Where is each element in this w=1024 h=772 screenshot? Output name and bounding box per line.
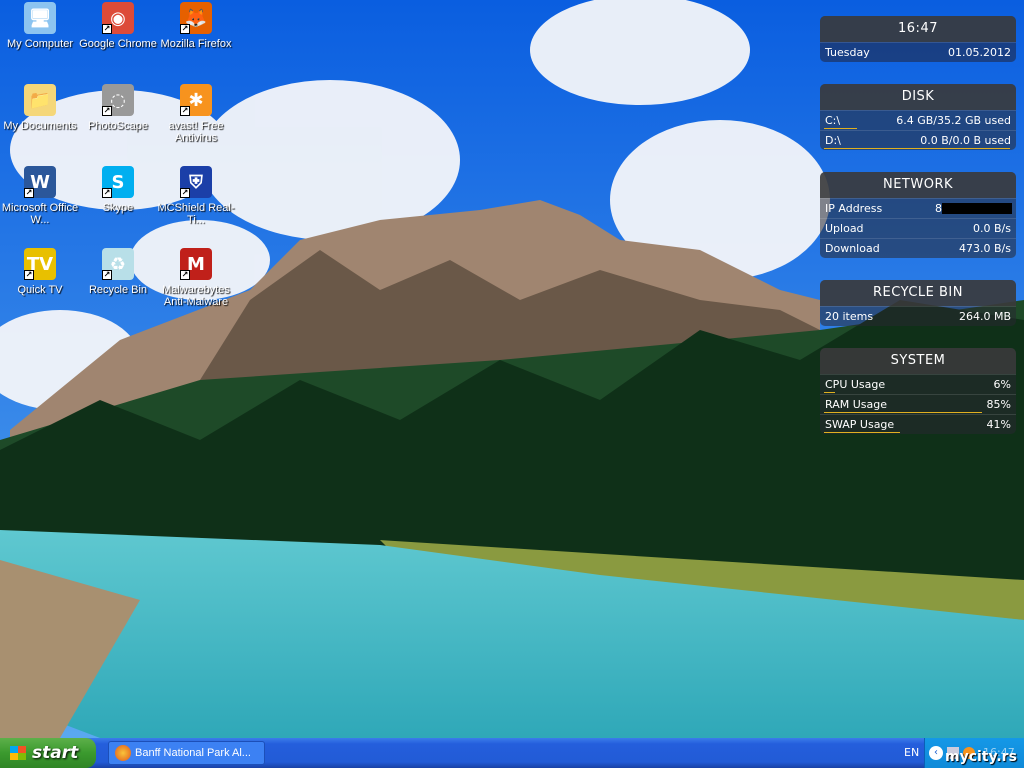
- shield-icon: ⛨ ↗: [180, 166, 212, 198]
- computer-icon: 🖥: [24, 2, 56, 34]
- ip-label: IP Address: [825, 202, 883, 215]
- cpu-value: 6%: [993, 378, 1011, 391]
- system-tray: ‹ 16:47 mycity.rs: [924, 738, 1024, 768]
- tv-icon: TV ↗: [24, 248, 56, 280]
- ip-redaction: [942, 203, 1012, 214]
- desktop-icon-label: Google Chrome: [79, 38, 157, 50]
- taskbar-item-firefox[interactable]: Banff National Park Al...: [108, 741, 265, 765]
- avast-icon: ✱ ↗: [180, 84, 212, 116]
- word-icon: W ↗: [24, 166, 56, 198]
- task-label: Banff National Park Al...: [135, 747, 251, 759]
- clock-day: Tuesday: [825, 46, 870, 59]
- upload-label: Upload: [825, 222, 864, 235]
- ram-value: 85%: [986, 398, 1011, 411]
- desktop-icon-label: MCShield Real-Ti...: [157, 202, 235, 226]
- recycle-size: 264.0 MB: [958, 310, 1011, 323]
- disk-usage-bar: [824, 128, 858, 129]
- folder-icon: 📁: [24, 84, 56, 116]
- desktop-icon-label: Quick TV: [17, 284, 63, 296]
- shortcut-arrow-icon: ↗: [180, 106, 190, 116]
- shortcut-arrow-icon: ↗: [180, 188, 190, 198]
- recycle-items: 20 items: [825, 310, 874, 323]
- desktop-icon[interactable]: 🖥 My Computer: [0, 2, 80, 50]
- shortcut-arrow-icon: ↗: [24, 270, 34, 280]
- desktop-icon-label: Microsoft Office W...: [1, 202, 79, 226]
- disk-title: DISK: [820, 84, 1016, 110]
- recycle-bin-icon: ♻ ↗: [102, 248, 134, 280]
- shortcut-arrow-icon: ↗: [24, 188, 34, 198]
- shortcut-arrow-icon: ↗: [102, 270, 112, 280]
- firefox-icon: [115, 745, 131, 761]
- desktop-icon[interactable]: W ↗ Microsoft Office W...: [0, 166, 80, 226]
- disk-row-d: D:\ 0.0 B/0.0 B used: [820, 130, 1016, 150]
- malwarebytes-icon: M ↗: [180, 248, 212, 280]
- download-value: 473.0 B/s: [959, 242, 1011, 255]
- desktop-icon-label: My Computer: [6, 38, 74, 50]
- chrome-icon: ◉ ↗: [102, 2, 134, 34]
- swap-value: 41%: [986, 418, 1011, 431]
- desktop-icon[interactable]: ✱ ↗ avast! Free Antivirus: [156, 84, 236, 144]
- desktop-icon-label: Skype: [102, 202, 134, 214]
- desktop-icon[interactable]: TV ↗ Quick TV: [0, 248, 80, 296]
- language-indicator[interactable]: EN: [904, 738, 919, 768]
- clock-date: 01.05.2012: [948, 46, 1011, 59]
- desktop-icon-label: My Documents: [3, 120, 77, 132]
- desktop-icon[interactable]: 🦊 ↗ Mozilla Firefox: [156, 2, 236, 50]
- shortcut-arrow-icon: ↗: [102, 24, 112, 34]
- cpu-bar: [824, 392, 836, 393]
- swap-bar: [824, 432, 901, 433]
- desktop-icon[interactable]: M ↗ Malwarebytes Anti-Malware: [156, 248, 236, 308]
- skype-icon: S ↗: [102, 166, 134, 198]
- recycle-title: RECYCLE BIN: [820, 280, 1016, 306]
- system-title: SYSTEM: [820, 348, 1016, 374]
- desktop-icon-label: avast! Free Antivirus: [168, 120, 224, 144]
- shortcut-arrow-icon: ↗: [102, 188, 112, 198]
- download-label: Download: [825, 242, 880, 255]
- ram-bar: [824, 412, 983, 413]
- desktop-icon-label: PhotoScape: [88, 120, 148, 132]
- desktop-icon[interactable]: S ↗ Skype: [78, 166, 158, 214]
- tray-expand-icon[interactable]: ‹: [929, 746, 943, 760]
- windows-logo-icon: [10, 746, 26, 760]
- disk-row-c: C:\ 6.4 GB/35.2 GB used: [820, 110, 1016, 130]
- start-label: start: [32, 743, 79, 763]
- shortcut-arrow-icon: ↗: [180, 24, 190, 34]
- start-button[interactable]: start: [0, 738, 96, 768]
- upload-value: 0.0 B/s: [973, 222, 1011, 235]
- network-gadget: NETWORK IP Address 8 Upload 0.0 B/s Downlo…: [820, 172, 1016, 258]
- ip-value: 8: [935, 202, 942, 215]
- recycle-gadget: RECYCLE BIN 20 items 264.0 MB: [820, 280, 1016, 326]
- disk-usage-bar: [824, 148, 1010, 149]
- disk-gadget: DISK C:\ 6.4 GB/35.2 GB used D:\ 0.0 B/0.0…: [820, 84, 1016, 150]
- photoscape-icon: ◌ ↗: [102, 84, 134, 116]
- shortcut-arrow-icon: ↗: [102, 106, 112, 116]
- network-title: NETWORK: [820, 172, 1016, 198]
- desktop-icon-label: Mozilla Firefox: [160, 38, 232, 50]
- clock-gadget: 16:47 Tuesday 01.05.2012: [820, 16, 1016, 62]
- disk-value: 6.4 GB/35.2 GB used: [896, 114, 1011, 127]
- desktop-icon-label: Recycle Bin: [88, 284, 148, 296]
- clock-time: 16:47: [820, 16, 1016, 42]
- taskbar: start Banff National Park Al... EN ‹ 16:…: [0, 738, 1024, 768]
- desktop-icon[interactable]: ◌ ↗ PhotoScape: [78, 84, 158, 132]
- desktop-icon[interactable]: ♻ ↗ Recycle Bin: [78, 248, 158, 296]
- shortcut-arrow-icon: ↗: [180, 270, 190, 280]
- desktop-icon[interactable]: 📁 My Documents: [0, 84, 80, 132]
- system-gadget: SYSTEM CPU Usage 6% RAM Usage 85% SWAP Usa…: [820, 348, 1016, 434]
- desktop-icon-label: Malwarebytes Anti-Malware: [162, 284, 230, 308]
- desktop-icon[interactable]: ◉ ↗ Google Chrome: [78, 2, 158, 50]
- desktop-icon[interactable]: ⛨ ↗ MCShield Real-Ti...: [156, 166, 236, 226]
- firefox-icon: 🦊 ↗: [180, 2, 212, 34]
